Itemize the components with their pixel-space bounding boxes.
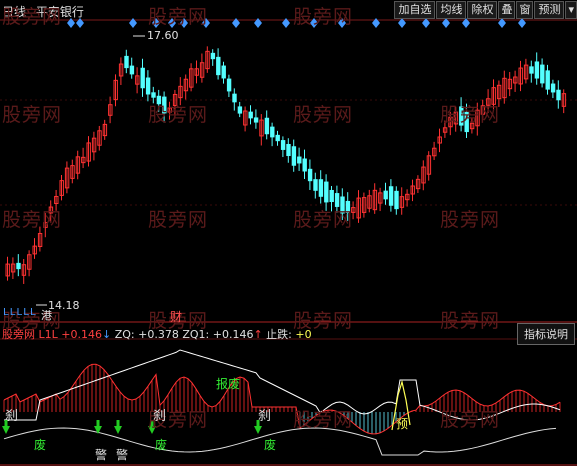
watermark: 股旁网 (440, 409, 501, 431)
candle-body (394, 190, 399, 210)
candle-body (313, 179, 318, 191)
candle-body (253, 117, 259, 123)
watermark: 股旁网 (293, 409, 354, 431)
candle-body (124, 55, 129, 69)
low-price-label: 14.18 (48, 299, 80, 312)
warning-label: 警 (116, 448, 129, 462)
overlay-button[interactable]: 叠 (498, 1, 516, 19)
watermark: 股旁网 (148, 6, 209, 28)
candle-body (232, 93, 237, 103)
waste-label: 废 (34, 438, 47, 452)
candle-body (210, 52, 216, 60)
indicator-line-lower (3, 427, 557, 456)
l-markers: L L L L L (3, 307, 36, 318)
candle-body (329, 189, 334, 203)
candle-body (140, 67, 145, 89)
candle-body (529, 66, 534, 74)
candle-body (318, 179, 324, 197)
candle-body (280, 140, 286, 150)
moving-average-button[interactable]: 均线 (436, 1, 467, 19)
green-arrow-icon (254, 426, 262, 434)
zq-value: +0.378 (138, 328, 179, 341)
waste-label: 废 (155, 438, 168, 452)
watermark: 股旁网 (148, 209, 209, 231)
chart-toolbar: 加自选 均线 除权 叠 窗 预测 ▾ (394, 1, 577, 19)
brake-label: 刹 (5, 409, 19, 424)
scrap-label: 报废 (216, 377, 241, 391)
candle-body (226, 78, 232, 92)
hk-annotation: 港 (41, 309, 52, 322)
watermark: 股旁网 (293, 104, 354, 126)
candle-body (540, 64, 545, 84)
green-arrow-icon (96, 420, 100, 426)
finance-annotation: 财 (170, 310, 183, 324)
candle-body (248, 111, 253, 119)
candle-body (145, 77, 151, 95)
watermark: 股旁网 (440, 104, 501, 126)
candle-body (307, 168, 313, 182)
candle-body (291, 146, 297, 166)
candle-body (534, 61, 540, 79)
candle-body (388, 186, 394, 206)
forecast-button[interactable]: 预测 (534, 1, 565, 19)
watermark: 股旁网 (440, 310, 501, 332)
add-watchlist-button[interactable]: 加自选 (394, 1, 436, 19)
indicator-explain-button[interactable]: 指标说明 (517, 323, 575, 345)
indicator-header: 股旁网 L1L +0.146↓ ZQ: +0.378 ZQ1: +0.146↑ … (2, 326, 312, 342)
candle-body (129, 65, 135, 75)
warning-label: 警 (95, 448, 108, 462)
candle-body (264, 117, 270, 135)
candle-body (216, 56, 221, 76)
waste-label: 废 (264, 438, 277, 452)
candle-body (221, 65, 226, 79)
forecast-label: 预 (396, 417, 409, 431)
candle-body (286, 143, 291, 157)
high-price-label: 17.60 (147, 29, 179, 42)
window-button[interactable]: 窗 (516, 1, 534, 19)
watermark: 股旁网 (440, 209, 501, 231)
candle-body (275, 134, 280, 142)
watermark: 股旁网 (148, 104, 209, 126)
l1l-value: +0.146 (61, 328, 102, 341)
candle-body (16, 262, 21, 270)
candle-body (237, 106, 243, 114)
candle-body (545, 70, 550, 90)
candle-body (550, 83, 556, 93)
brake-label: 刹 (153, 409, 167, 424)
watermark: 股旁网 (293, 209, 354, 231)
candle-body (324, 181, 329, 203)
candle-body (270, 126, 275, 138)
ex-rights-button[interactable]: 除权 (467, 1, 498, 19)
up-arrow-icon: ↑ (253, 328, 263, 341)
price-chart[interactable] (0, 0, 577, 466)
watermark: 股旁网 (293, 6, 354, 28)
chevron-down-icon[interactable]: ▾ (565, 1, 577, 19)
zq1-value: +0.146 (212, 328, 254, 341)
down-arrow-icon: ↓ (101, 328, 112, 341)
stop-fall-value: +0 (295, 328, 312, 341)
watermark: 股旁网 (2, 6, 63, 28)
candle-body (151, 92, 156, 98)
candle-body (556, 89, 561, 101)
green-arrow-icon (2, 426, 10, 434)
watermark: 股旁网 (2, 209, 63, 231)
candle-body (383, 190, 388, 200)
green-arrow-icon (116, 420, 120, 426)
zq-label: ZQ: (114, 328, 135, 341)
watermark: 股旁网 (2, 104, 63, 126)
candle-body (297, 156, 302, 164)
green-arrow-icon (114, 426, 122, 434)
candle-body (302, 158, 307, 172)
indicator-name: 股旁网 L1L (2, 328, 58, 341)
stop-fall-label: 止跌: (266, 328, 292, 341)
brake-label: 刹 (258, 409, 272, 424)
zq1-label: ZQ1: (182, 328, 210, 341)
